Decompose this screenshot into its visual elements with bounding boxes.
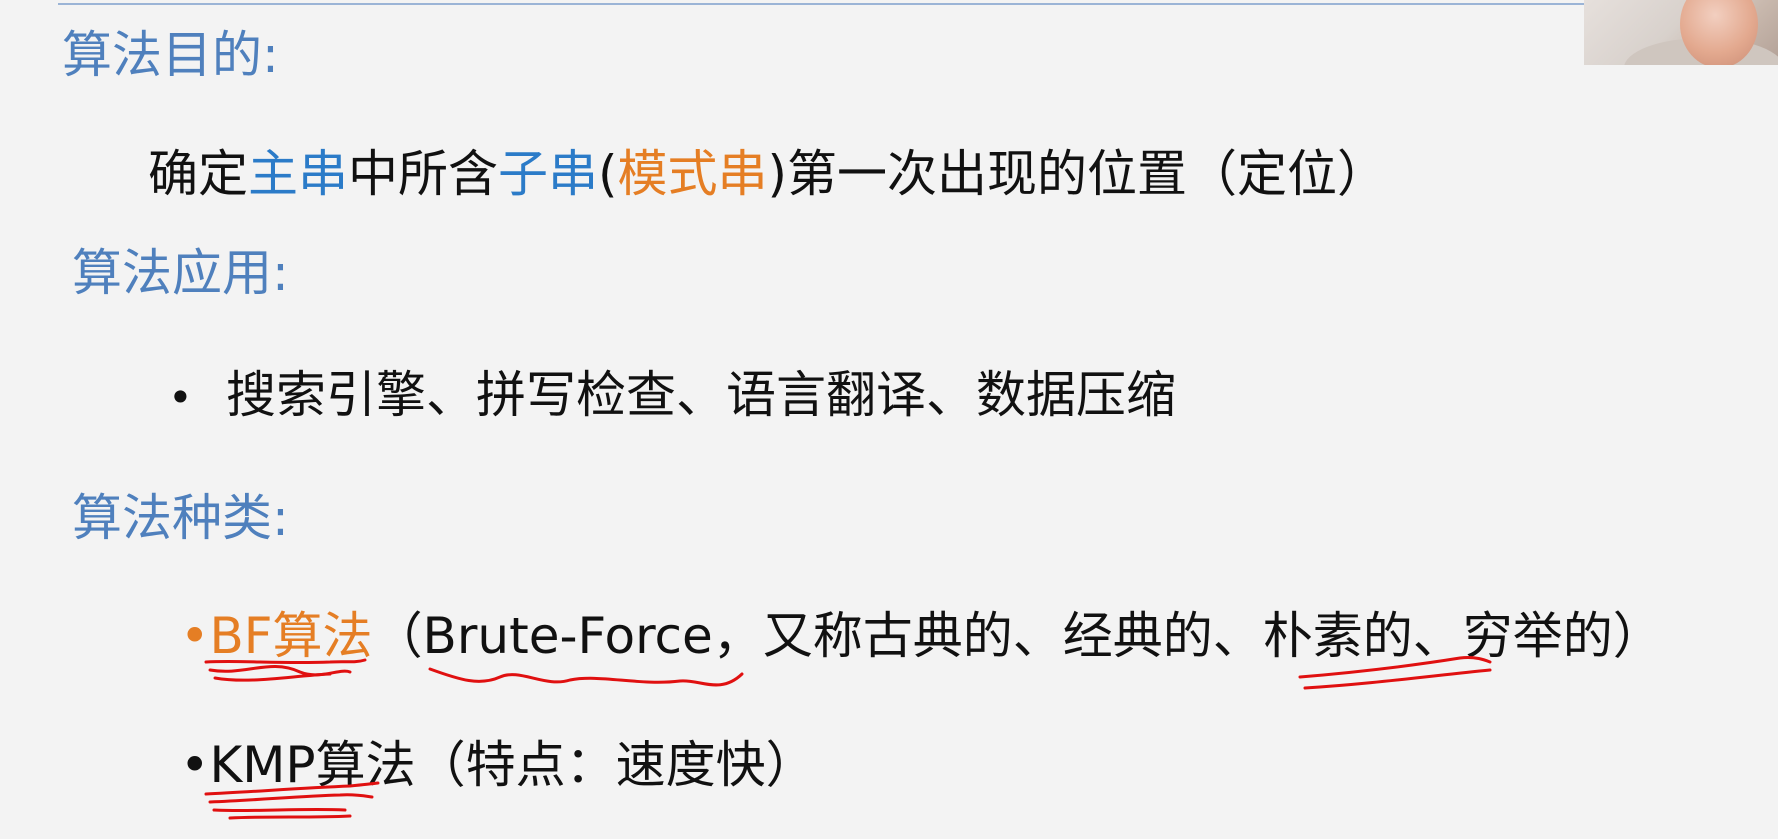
bf-algorithm-name: BF算法 (209, 607, 373, 665)
heading-purpose: 算法目的: (62, 26, 279, 84)
top-rule (58, 3, 1584, 5)
bf-algorithm-item: •BF算法（Brute-Force，又称古典的、经典的、朴素的、穷举的） (180, 611, 1663, 661)
kmp-algorithm-name: KMP算法 (209, 736, 416, 794)
main-string-term: 主串 (248, 145, 348, 203)
bf-underline-2 (208, 665, 352, 677)
brute-force-underline (428, 667, 744, 687)
naive-underline-2 (1303, 668, 1492, 690)
kmp-algorithm-desc: （特点：速度快） (415, 736, 816, 794)
substring-term: 子串 (498, 145, 598, 203)
bf-underline-3 (213, 672, 332, 682)
heading-types: 算法种类: (72, 489, 289, 547)
purpose-sentence: 确定主串中所含子串(模式串)第一次出现的位置（定位） (148, 149, 1387, 199)
webcam-overlay (1584, 0, 1778, 65)
purpose-part-7: )第一次出现的位置（定位） (767, 145, 1388, 203)
purpose-part-3: 中所含 (348, 145, 498, 203)
kmp-underline-4 (228, 814, 352, 820)
purpose-part-1: 确定 (148, 145, 248, 203)
heading-application: 算法应用: (72, 244, 289, 302)
bf-bullet: • (180, 607, 210, 665)
purpose-part-5: ( (598, 145, 618, 203)
application-bullet: • (168, 373, 193, 422)
application-list: 搜索引擎、拼写检查、语言翻译、数据压缩 (226, 366, 1176, 424)
kmp-algorithm-item: •KMP算法（特点：速度快） (180, 740, 816, 790)
kmp-bullet: • (180, 736, 210, 794)
pattern-string-term: 模式串 (617, 145, 768, 203)
webcam-face (1680, 0, 1758, 65)
bf-algorithm-desc: （Brute-Force，又称古典的、经典的、朴素的、穷举的） (372, 607, 1663, 665)
kmp-underline-3 (212, 807, 347, 813)
kmp-underline-2 (208, 793, 374, 804)
